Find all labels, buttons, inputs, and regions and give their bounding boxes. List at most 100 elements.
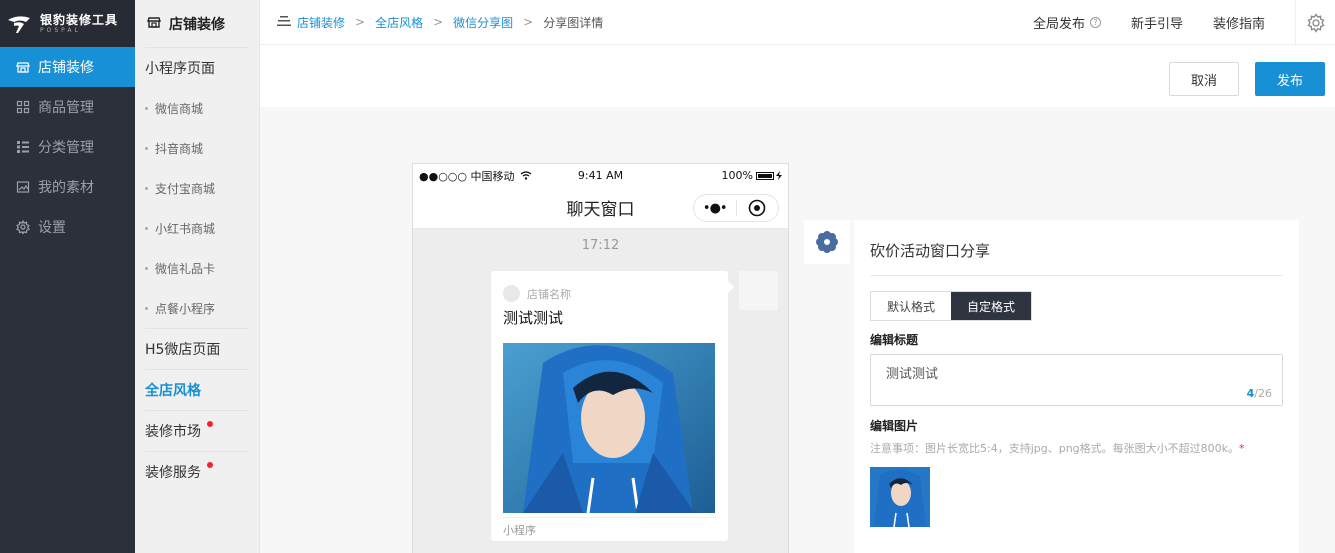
leopard-logo-icon	[8, 15, 30, 33]
share-image	[503, 343, 715, 513]
logo-subtitle: POSPAL	[40, 26, 81, 34]
subnav-header: 店铺装修	[135, 0, 259, 47]
sidebar-item-label: 分类管理	[38, 140, 94, 156]
format-tabs: 默认格式 自定格式	[870, 291, 1032, 321]
top-bar: 店铺装修 > 全店风格 > 微信分享图 > 分享图详情 全局发布 ? 新手引导 …	[260, 0, 1335, 45]
bullet-icon	[145, 226, 148, 230]
subnav-group-market[interactable]: 装修市场	[135, 411, 259, 451]
secondary-nav: 店铺装修 小程序页面 微信商城 抖音商城 支付宝商城 小红书商城 微信礼品卡 点…	[135, 0, 260, 553]
cancel-button[interactable]: 取消	[1169, 62, 1239, 96]
subnav-item-label: 支付宝商城	[155, 181, 216, 196]
grid-icon	[16, 100, 30, 114]
sidebar-item-products[interactable]: 商品管理	[0, 87, 135, 127]
char-counter: 4/26	[1247, 387, 1272, 400]
subnav-item-label: 微信礼品卡	[155, 261, 216, 276]
component-settings-tile[interactable]	[804, 220, 850, 264]
share-editor-panel: 砍价活动窗口分享 默认格式 自定格式 编辑标题 测试测试 4/26 编辑图片 注…	[854, 220, 1299, 553]
help-icon[interactable]: ?	[1089, 17, 1101, 28]
breadcrumb-link-wechat-share[interactable]: 微信分享图	[453, 14, 513, 31]
subnav-item-label: 微信商城	[155, 101, 204, 116]
top-links: 全局发布 ? 新手引导 装修指南	[1033, 0, 1335, 45]
close-miniapp-button[interactable]	[737, 195, 779, 221]
target-close-icon	[748, 199, 766, 217]
sidebar-item-categories[interactable]: 分类管理	[0, 127, 135, 167]
breadcrumb-current: 分享图详情	[543, 15, 604, 30]
more-button[interactable]: •●•	[694, 195, 736, 221]
share-image-thumbnail[interactable]	[870, 467, 930, 527]
notification-dot	[207, 421, 213, 427]
share-title-value: 测试测试	[886, 367, 939, 382]
subnav-item-label: 点餐小程序	[155, 301, 216, 316]
sidebar-item-store-decor[interactable]: 店铺装修	[0, 47, 135, 87]
card-footer: 小程序	[503, 517, 716, 541]
menu-lines-icon[interactable]	[277, 15, 291, 30]
logo-title: 银豹装修工具	[40, 12, 119, 27]
sidebar-item-label: 设置	[38, 220, 66, 236]
breadcrumb-link-store-decor[interactable]: 店铺装修	[297, 14, 345, 31]
settings-button[interactable]	[1295, 0, 1335, 45]
breadcrumb-separator: >	[523, 15, 534, 29]
subnav-group-label: 装修市场	[145, 424, 201, 440]
sidebar-item-label: 店铺装修	[38, 60, 94, 76]
tab-custom-format[interactable]: 自定格式	[951, 292, 1031, 320]
tab-default-format[interactable]: 默认格式	[871, 292, 951, 320]
shop-name: 店铺名称	[527, 287, 571, 301]
image-icon	[16, 180, 30, 194]
subnav-group-store-style[interactable]: 全店风格	[135, 370, 259, 410]
subnav-group-label: 装修服务	[145, 465, 201, 481]
subnav-group-mini-program[interactable]: 小程序页面	[135, 48, 259, 88]
subnav-item-wechat-giftcard[interactable]: 微信礼品卡	[135, 248, 259, 288]
chat-window-title: 聊天窗口	[566, 200, 635, 220]
edit-title-label: 编辑标题	[870, 333, 919, 347]
sidebar-item-settings[interactable]: 设置	[0, 207, 135, 247]
edit-image-label: 编辑图片	[870, 419, 919, 433]
notification-dot	[207, 462, 213, 468]
char-count-max: /26	[1254, 387, 1272, 400]
phone-status-bar: ●●○○○ 中国移动 9:41 AM 100%	[413, 164, 788, 187]
sidebar-item-materials[interactable]: 我的素材	[0, 167, 135, 207]
publish-all-label: 全局发布	[1032, 17, 1085, 32]
share-card[interactable]: 店铺名称 测试测试 小程序	[491, 271, 734, 541]
divider	[870, 275, 1283, 276]
subnav-item-wechat-mall[interactable]: 微信商城	[135, 88, 259, 128]
bullet-icon	[145, 106, 148, 110]
image-note: 注意事项：图片长宽比5:4，支持jpg、png格式。每张图大小不超过800k。*	[870, 440, 1245, 456]
subnav-header-label: 店铺装修	[169, 16, 225, 33]
publish-all-link[interactable]: 全局发布 ?	[1033, 13, 1101, 32]
chat-timestamp: 17:12	[581, 238, 620, 253]
subnav-item-douyin-mall[interactable]: 抖音商城	[135, 128, 259, 168]
breadcrumb-separator: >	[433, 15, 444, 29]
breadcrumb-separator: >	[355, 15, 366, 29]
phone-nav-bar: 聊天窗口 •●•	[413, 187, 788, 229]
more-dots-icon: •●•	[702, 200, 728, 216]
subnav-item-xiaohongshu-mall[interactable]: 小红书商城	[135, 208, 259, 248]
breadcrumb-link-store-style[interactable]: 全店风格	[375, 14, 423, 31]
phone-time: 9:41 AM	[577, 169, 624, 182]
subnav-group-service[interactable]: 装修服务	[135, 452, 259, 492]
subnav-item-label: 小红书商城	[155, 221, 216, 236]
gear-icon	[1306, 12, 1325, 33]
battery-icon	[756, 171, 774, 180]
subnav-item-ordering-miniapp[interactable]: 点餐小程序	[135, 288, 259, 328]
sidebar-item-label: 我的素材	[38, 180, 94, 196]
image-note-text: 注意事项：图片长宽比5:4，支持jpg、png格式。每张图大小不超过800k。	[870, 442, 1240, 455]
card-shop-row: 店铺名称	[491, 271, 728, 302]
bullet-icon	[145, 266, 148, 270]
app-logo[interactable]: 银豹装修工具 POSPAL	[0, 0, 135, 47]
beginner-guide-link[interactable]: 新手引导	[1131, 13, 1183, 32]
editor-title: 砍价活动窗口分享	[870, 242, 991, 260]
publish-button[interactable]: 发布	[1255, 62, 1325, 96]
list-icon	[16, 140, 30, 154]
subnav-group-h5[interactable]: H5微店页面	[135, 329, 259, 369]
decor-manual-link[interactable]: 装修指南	[1213, 13, 1265, 32]
store-icon	[147, 15, 161, 33]
sidebar-item-label: 商品管理	[38, 100, 94, 116]
subnav-item-alipay-mall[interactable]: 支付宝商城	[135, 168, 259, 208]
user-avatar	[739, 271, 778, 310]
share-title-input[interactable]: 测试测试 4/26	[870, 354, 1283, 406]
bullet-icon	[145, 306, 148, 310]
main-sidebar: 银豹装修工具 POSPAL 店铺装修 商品管理 分类管理 我的素材 设置	[0, 0, 135, 553]
bullet-icon	[145, 146, 148, 150]
flower-gear-icon	[816, 231, 838, 253]
shop-avatar	[503, 285, 520, 302]
